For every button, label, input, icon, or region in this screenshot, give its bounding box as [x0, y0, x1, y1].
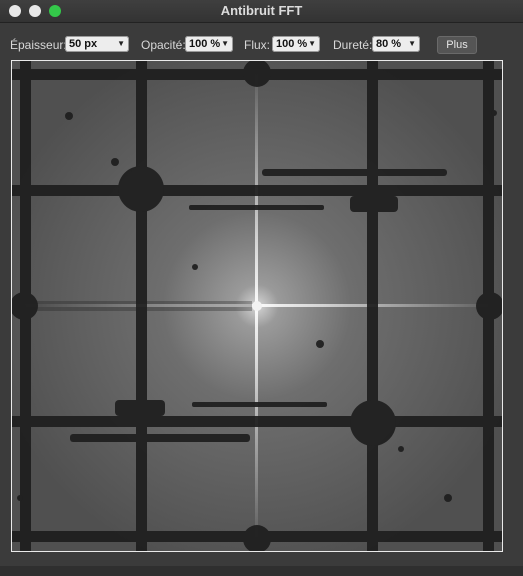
flow-label: Flux: [244, 38, 271, 52]
mask-block-lower-left [115, 400, 165, 416]
mask-blob-upper-left [118, 166, 164, 212]
mask-dash-lower [192, 402, 327, 407]
chevron-down-icon: ▼ [408, 39, 416, 48]
mask-band-h-middle [12, 301, 252, 311]
mask-speck-2 [111, 158, 119, 166]
opacity-label: Opacité: [141, 38, 186, 52]
opacity-value: 100 % [189, 38, 221, 50]
mask-speck-1 [65, 112, 73, 120]
more-options-button[interactable]: Plus [437, 36, 477, 54]
fft-canvas-frame [11, 60, 503, 552]
mask-speck-7 [444, 494, 452, 502]
hardness-dropdown[interactable]: 80 % ▼ [372, 36, 420, 52]
mask-speck-8 [17, 495, 23, 501]
chevron-down-icon: ▼ [221, 39, 229, 48]
thickness-label: Épaisseur: [10, 38, 67, 52]
flow-dropdown[interactable]: 100 % ▼ [272, 36, 320, 52]
mask-speck-6 [398, 446, 404, 452]
hardness-value: 80 % [376, 38, 402, 50]
opacity-dropdown[interactable]: 100 % ▼ [185, 36, 233, 52]
mask-blob-lower-right [350, 400, 396, 446]
window-title: Antibruit FFT [220, 3, 303, 18]
thickness-value: 50 px [69, 38, 98, 50]
hardness-label: Dureté: [333, 38, 373, 52]
window-bottom-strip [0, 566, 523, 576]
brush-toolbar: Épaisseur: 50 px ▼ Opacité: 100 % ▼ Flux… [0, 24, 523, 60]
mask-band-v-inner-left [136, 61, 147, 551]
mask-band-h-upper [12, 185, 502, 196]
chevron-down-icon: ▼ [308, 39, 316, 48]
mask-speck-4 [192, 264, 198, 270]
thickness-dropdown[interactable]: 50 px ▼ [65, 36, 129, 52]
spectrum-center-peak [252, 301, 262, 311]
mask-band-h-lower [12, 416, 502, 427]
flow-value: 100 % [276, 38, 308, 50]
fft-spectrum-canvas[interactable] [12, 61, 502, 551]
chevron-down-icon: ▼ [117, 39, 125, 48]
title-bar: Antibruit FFT [0, 0, 523, 23]
mask-speck-5 [316, 340, 324, 348]
mask-band-v-inner-right [367, 61, 378, 551]
mask-block-upper-right [350, 196, 398, 212]
mask-speck-3 [491, 110, 497, 116]
mask-streak-upper [262, 169, 447, 176]
mask-dash-upper [189, 205, 324, 210]
mask-streak-lower [70, 434, 250, 442]
